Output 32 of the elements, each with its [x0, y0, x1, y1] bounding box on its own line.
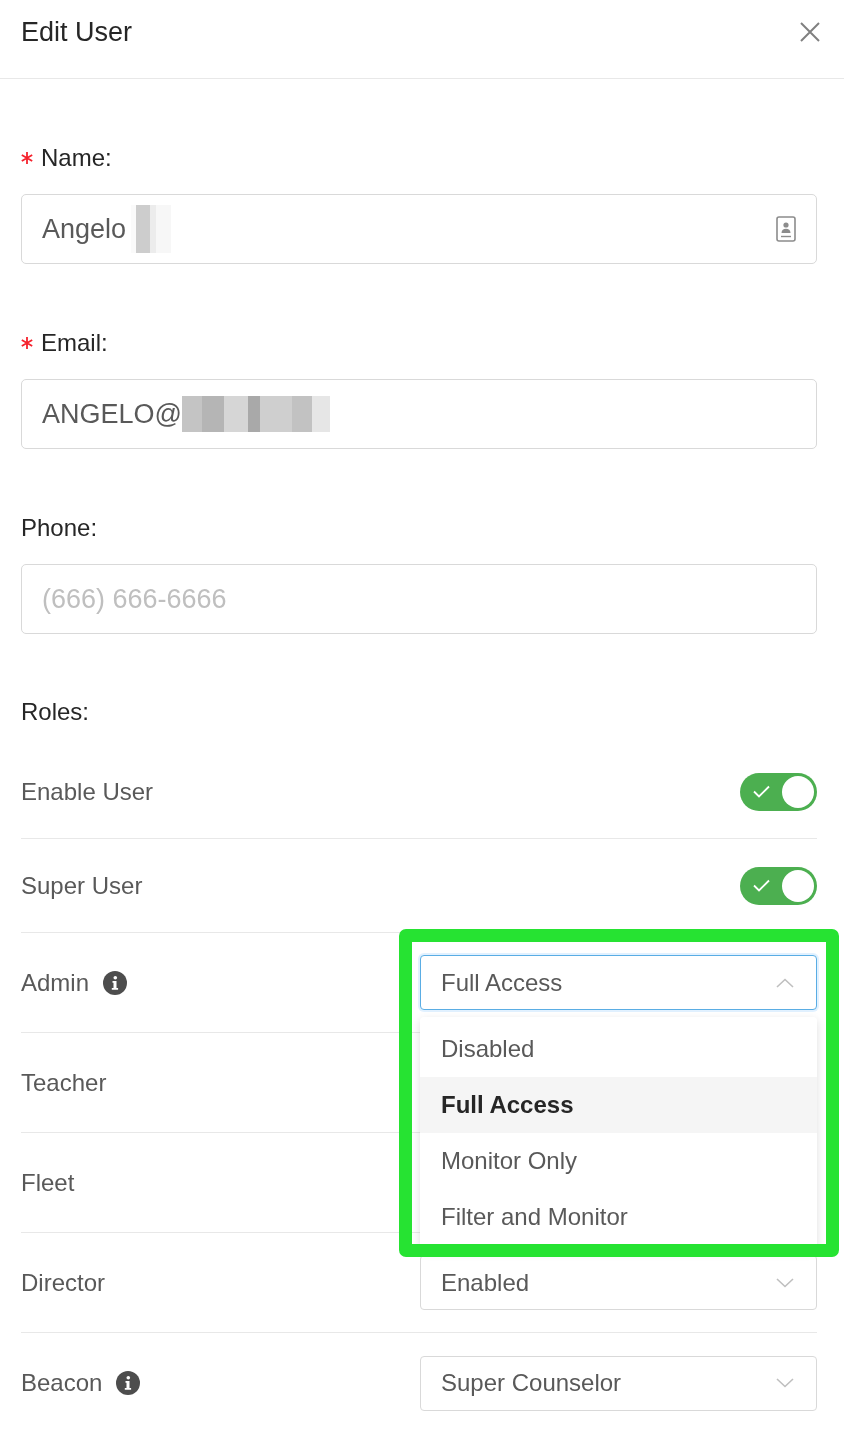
- field-label: Name:: [41, 143, 112, 173]
- input-field[interactable]: Angelo: [21, 194, 817, 264]
- section-label: Roles:: [21, 697, 90, 727]
- select-field[interactable]: Full Access: [420, 955, 817, 1010]
- role-label: Super User: [21, 870, 143, 901]
- input-field[interactable]: ANGELO@: [21, 379, 817, 449]
- chevron-down-icon: [776, 1277, 794, 1288]
- role-label: Teacher: [21, 1067, 107, 1098]
- check-icon: [753, 785, 770, 798]
- role-label: Fleet: [21, 1167, 75, 1198]
- toggle-switch[interactable]: [740, 866, 817, 905]
- info-icon[interactable]: [116, 1371, 141, 1395]
- dropdown-option[interactable]: Disabled: [420, 1021, 817, 1077]
- role-label: Director: [21, 1267, 105, 1298]
- chevron-up-icon: [776, 977, 794, 988]
- dropdown-option[interactable]: Monitor Only: [420, 1133, 817, 1189]
- role-label: Admin: [21, 967, 90, 998]
- dropdown-option[interactable]: Full Access: [420, 1077, 817, 1133]
- select-field[interactable]: Enabled: [420, 1255, 817, 1310]
- role-label: Beacon: [21, 1368, 103, 1398]
- info-icon[interactable]: [103, 970, 128, 995]
- chevron-down-icon: [776, 1378, 794, 1388]
- contact-card-icon: [776, 216, 796, 242]
- toggle-switch[interactable]: [740, 772, 817, 811]
- select-field[interactable]: Super Counselor: [420, 1355, 817, 1411]
- check-icon: [753, 879, 770, 892]
- field-label: Phone:: [21, 513, 98, 543]
- field-label: Email:: [41, 328, 108, 358]
- dropdown-option[interactable]: Filter and Monitor: [420, 1189, 817, 1245]
- dialog-title: Edit User: [21, 16, 133, 49]
- close-icon[interactable]: [800, 22, 820, 42]
- role-label: Enable User: [21, 776, 154, 807]
